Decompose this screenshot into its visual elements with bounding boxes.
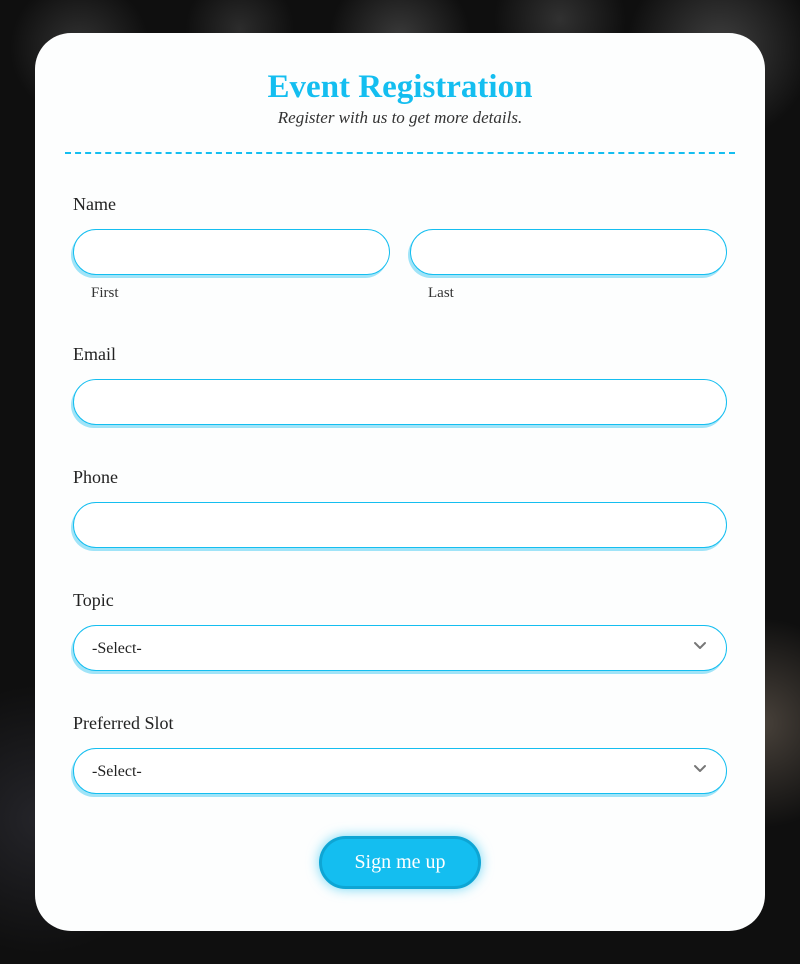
last-name-col: Last [410,229,727,302]
email-label: Email [73,344,727,365]
phone-label: Phone [73,467,727,488]
sign-me-up-button[interactable]: Sign me up [319,836,480,889]
submit-row: Sign me up [73,836,727,889]
form-title: Event Registration [65,69,735,106]
last-name-input[interactable] [410,229,727,275]
name-field-group: Name First Last [73,194,727,302]
slot-select[interactable]: -Select- [73,748,727,794]
topic-select[interactable]: -Select- [73,625,727,671]
last-name-sublabel: Last [410,285,727,302]
registration-form-card: Event Registration Register with us to g… [35,33,765,931]
name-label: Name [73,194,727,215]
phone-field-group: Phone [73,467,727,548]
first-name-col: First [73,229,390,302]
email-field-group: Email [73,344,727,425]
phone-input[interactable] [73,502,727,548]
slot-select-wrap: -Select- [73,748,727,794]
first-name-input[interactable] [73,229,390,275]
topic-field-group: Topic -Select- [73,590,727,671]
slot-label: Preferred Slot [73,713,727,734]
name-row: First Last [73,229,727,302]
form-body: Name First Last Email Phone [65,194,735,889]
slot-field-group: Preferred Slot -Select- [73,713,727,794]
topic-select-wrap: -Select- [73,625,727,671]
form-header: Event Registration Register with us to g… [65,69,735,154]
email-input[interactable] [73,379,727,425]
first-name-sublabel: First [73,285,390,302]
topic-label: Topic [73,590,727,611]
form-subtitle: Register with us to get more details. [65,108,735,128]
